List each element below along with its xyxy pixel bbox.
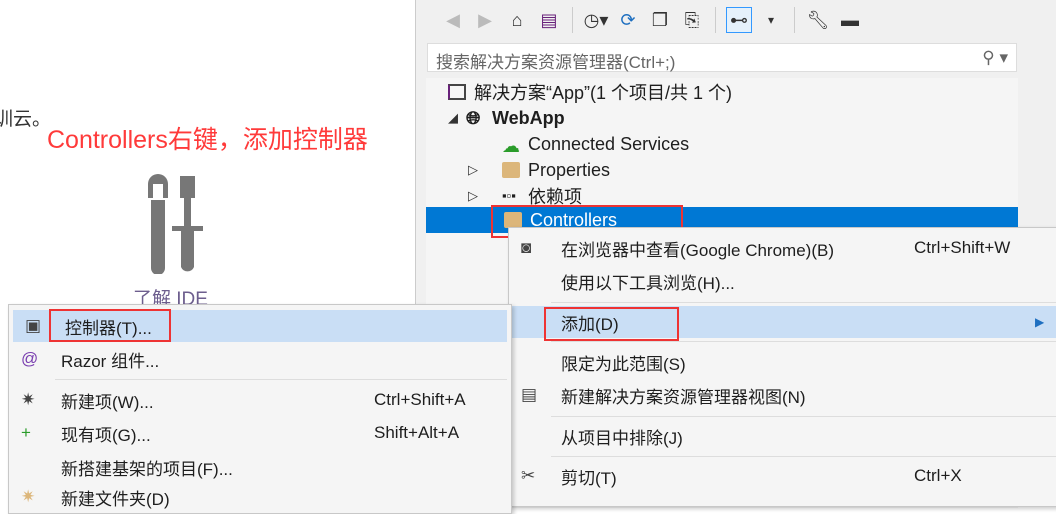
home-icon[interactable]: ⌂ bbox=[504, 7, 530, 33]
tree-item-solution[interactable]: 解决方案“App”(1 个项目/共 1 个) bbox=[448, 79, 732, 105]
menu-item-new-view[interactable]: ▤ 新建解决方案资源管理器视图(N) bbox=[509, 379, 1056, 411]
wrench-icon[interactable]: 🔧︎ bbox=[805, 7, 831, 33]
add-existing-icon: + bbox=[21, 423, 31, 442]
vs-solution-icon[interactable]: ▤ bbox=[536, 7, 562, 33]
new-item-icon: ✷ bbox=[21, 390, 36, 409]
new-view-icon: ▤ bbox=[521, 385, 538, 404]
menu-item-exclude[interactable]: 从项目中排除(J) bbox=[509, 420, 1056, 452]
menu-item-existing-item[interactable]: + 现有项(G)... Shift+Alt+A bbox=[9, 417, 511, 449]
back-icon[interactable]: ◀ bbox=[440, 7, 466, 33]
menu-item-scope[interactable]: 限定为此范围(S) bbox=[509, 346, 1056, 378]
menu-divider bbox=[551, 302, 1056, 303]
submenu-arrow-icon: ▶ bbox=[1035, 315, 1045, 329]
menu-divider bbox=[551, 416, 1056, 417]
forward-icon[interactable]: ▶ bbox=[472, 7, 498, 33]
annotation-text: Controllers右键，添加控制器 bbox=[47, 126, 368, 154]
toolbar-divider bbox=[715, 7, 716, 33]
menu-item-browse-with[interactable]: 使用以下工具浏览(H)... bbox=[509, 265, 1056, 297]
solution-icon bbox=[448, 84, 466, 100]
tree-view-icon[interactable]: ⊷ bbox=[726, 7, 752, 33]
menu-divider bbox=[551, 456, 1056, 457]
tools-icon bbox=[148, 174, 203, 274]
razor-icon: @ bbox=[21, 349, 39, 368]
cloud-plug-icon: ☁ bbox=[502, 136, 520, 156]
collapse-icon[interactable]: ❐ bbox=[647, 7, 673, 33]
properties-folder-icon bbox=[502, 162, 520, 178]
minus-icon[interactable]: ▬ bbox=[837, 7, 863, 33]
search-input[interactable]: 搜索解决方案资源管理器(Ctrl+;) ⚲ ▾ bbox=[427, 43, 1017, 72]
highlight-box-controller bbox=[49, 309, 171, 342]
menu-item-new-item[interactable]: ✷ 新建项(W)... Ctrl+Shift+A bbox=[9, 384, 511, 416]
search-icon[interactable]: ⚲ ▾ bbox=[982, 48, 1008, 67]
expanded-arrow-icon[interactable]: ◢ bbox=[448, 110, 466, 126]
menu-item-new-folder[interactable]: ✷ 新建文件夹(D) bbox=[9, 481, 511, 513]
menu-item-razor-component[interactable]: @ Razor 组件... bbox=[9, 343, 511, 375]
browser-icon: ◙ bbox=[521, 238, 532, 257]
chevron-down-icon[interactable]: ▾ bbox=[758, 7, 784, 33]
sync-icon[interactable]: ⟳ bbox=[615, 7, 641, 33]
menu-item-view-in-browser[interactable]: ◙ 在浏览器中查看(Google Chrome)(B) Ctrl+Shift+W bbox=[509, 232, 1056, 264]
scissors-icon: ✂ bbox=[521, 466, 536, 485]
copy-icon[interactable]: ⎘ bbox=[679, 7, 705, 33]
toolbar-divider bbox=[794, 7, 795, 33]
menu-divider bbox=[551, 341, 1056, 342]
controller-icon: ▣ bbox=[25, 316, 42, 335]
context-menu: ◙ 在浏览器中查看(Google Chrome)(B) Ctrl+Shift+W 使… bbox=[508, 227, 1056, 507]
history-icon[interactable]: ◷▾ bbox=[583, 7, 609, 33]
dependencies-icon: ▪▫▪ bbox=[502, 188, 516, 203]
menu-item-cut[interactable]: ✂ 剪切(T) Ctrl+X bbox=[509, 460, 1056, 492]
web-project-icon: 🌐︎ bbox=[466, 107, 481, 128]
tree-item-connected-services[interactable]: ☁ Connected Services bbox=[502, 131, 689, 157]
new-folder-icon: ✷ bbox=[21, 487, 36, 506]
collapsed-arrow-icon[interactable]: ▷ bbox=[468, 162, 486, 178]
menu-divider bbox=[55, 379, 507, 380]
menu-item-scaffolded-item[interactable]: 新搭建基架的项目(F)... bbox=[9, 451, 511, 483]
collapsed-arrow-icon[interactable]: ▷ bbox=[468, 188, 486, 204]
toolbar-divider bbox=[572, 7, 573, 33]
partial-text: 训云。 bbox=[0, 109, 52, 130]
tree-item-properties[interactable]: ▷ Properties bbox=[468, 157, 610, 183]
tree-item-project[interactable]: ◢ 🌐︎ WebApp bbox=[448, 105, 565, 131]
highlight-box-add bbox=[544, 307, 679, 341]
solution-explorer-toolbar: ◀ ▶ ⌂ ▤ ◷▾ ⟳ ❐ ⎘ ⊷ ▾ 🔧︎ ▬ bbox=[426, 0, 1018, 40]
